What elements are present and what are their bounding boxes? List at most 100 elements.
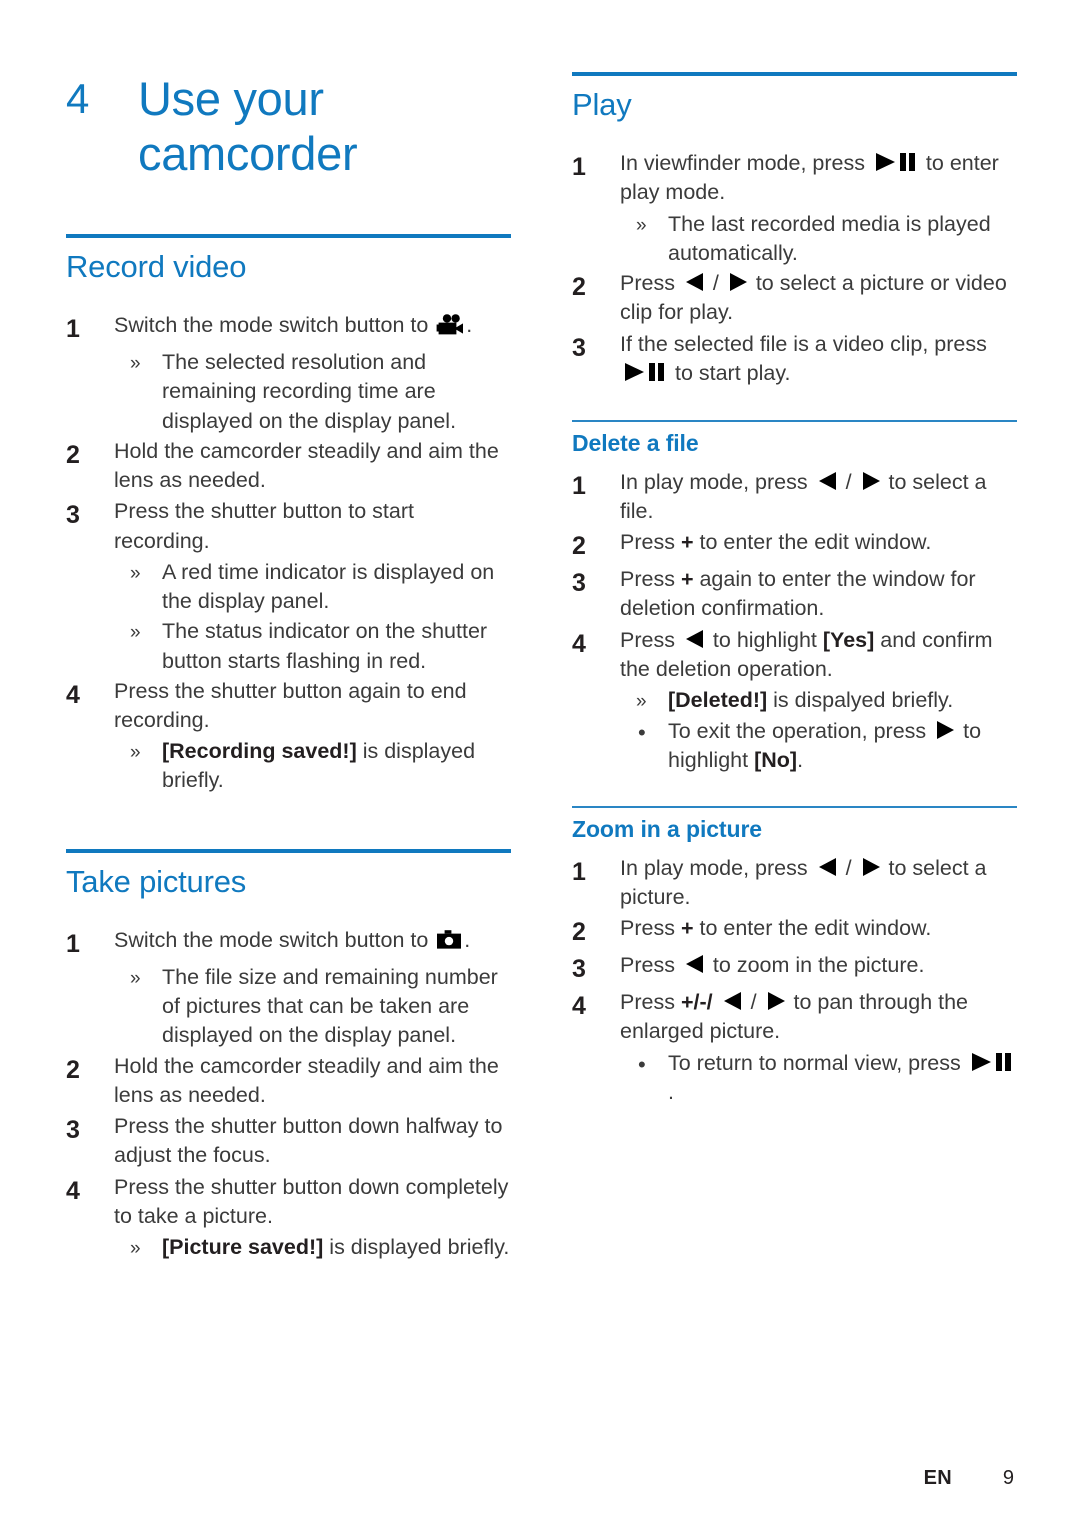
result-bullet: » The selected resolution and remaining r…	[66, 348, 511, 436]
step-text: Press + to enter the edit window.	[620, 530, 932, 555]
step-number: 3	[66, 1116, 80, 1145]
numbered-step: 3 Press + again to enter the window for d…	[572, 565, 1017, 623]
bullet-text: [Deleted!] is dispalyed briefly.	[668, 688, 954, 713]
result-bullet: » The status indicator on the shutter but…	[66, 617, 511, 675]
result-bullet: » [Deleted!] is dispalyed briefly.	[572, 686, 1017, 716]
step-text: Press the shutter button again to end re…	[114, 678, 467, 732]
left-arrow-icon	[685, 272, 705, 292]
subsection-rule	[572, 420, 1017, 423]
emphasis-text: +	[680, 567, 694, 592]
step-number: 3	[66, 501, 80, 530]
content-section: Take pictures 1 Switch the mode switch but…	[66, 848, 511, 1263]
section-heading: Zoom in a picture	[572, 816, 762, 843]
section-heading: Play	[572, 87, 632, 122]
step-text: Press the shutter button down completely…	[114, 1174, 509, 1228]
left-arrow-icon	[685, 954, 705, 974]
bullet-text: [Picture saved!] is displayed briefly.	[162, 1234, 510, 1259]
bullet-dot-icon: •	[638, 719, 646, 745]
step-text: If the selected file is a video clip, pr…	[620, 331, 987, 385]
result-bullet: » [Recording saved!] is displayed briefly…	[66, 737, 511, 795]
right-arrow-icon	[861, 471, 881, 491]
bullet-text: The last recorded media is played automa…	[668, 211, 991, 265]
bullet-chevron-icon: »	[130, 742, 141, 764]
bullet-text: To exit the operation, press to highligh…	[668, 718, 982, 772]
step-text: Hold the camcorder steadily and aim the …	[114, 1053, 499, 1107]
content-section: Zoom in a picture 1 In play mode, press / …	[572, 806, 1017, 1107]
section-rule	[66, 233, 511, 238]
bullet-dot-icon: •	[638, 1051, 646, 1077]
numbered-step: 3 Press to zoom in the picture.	[572, 951, 1017, 986]
content-section: Record video 1 Switch the mode switch butt…	[66, 233, 511, 796]
bullet-chevron-icon: »	[130, 622, 141, 644]
content-section: Play 1 In viewfinder mode, press to enter …	[572, 72, 1017, 388]
left-column: 4 Use your camcorder Record video 1 Switch…	[66, 72, 511, 1264]
manual-page: 4 Use your camcorder Record video 1 Switch…	[0, 0, 1080, 1528]
bullet-text: The selected resolution and remaining re…	[162, 350, 457, 433]
bullet-text: The status indicator on the shutter butt…	[162, 619, 488, 673]
emphasis-text: [Picture saved!]	[162, 1234, 324, 1259]
step-number: 3	[572, 569, 586, 598]
right-arrow-icon	[766, 991, 786, 1011]
camera-icon	[436, 929, 462, 950]
emphasis-text: [Recording saved!]	[162, 739, 357, 764]
result-bullet: » A red time indicator is displayed on th…	[66, 558, 511, 616]
bullet-text: The file size and remaining number of pi…	[162, 964, 498, 1048]
step-number: 4	[66, 1176, 80, 1205]
numbered-step: 1 In play mode, press / to select a file.	[572, 468, 1017, 526]
footer-page-number: 9	[1002, 1467, 1014, 1489]
emphasis-text: +	[680, 530, 694, 555]
left-arrow-icon	[818, 471, 838, 491]
numbered-step: 1 In play mode, press / to select a pictu…	[572, 854, 1017, 912]
section-rule	[66, 848, 511, 853]
bullet-text: To return to normal view, press .	[668, 1049, 1017, 1107]
bullet-chevron-icon: »	[130, 967, 141, 989]
step-number: 2	[572, 918, 586, 947]
numbered-step: 4 Press to highlight [Yes] and confirm th…	[572, 626, 1017, 684]
step-text: Press to highlight [Yes] and confirm the…	[620, 627, 993, 681]
bullet-chevron-icon: »	[130, 562, 141, 584]
numbered-step: 1 Switch the mode switch button to .	[66, 926, 511, 961]
right-arrow-icon	[861, 857, 881, 877]
emphasis-text: [No]	[754, 747, 798, 772]
step-text: In play mode, press / to select a file.	[620, 469, 987, 523]
step-text: Press the shutter button to start record…	[114, 499, 414, 553]
right-column: Play 1 In viewfinder mode, press to enter …	[572, 72, 1017, 1108]
numbered-step: 2 Hold the camcorder steadily and aim the…	[66, 437, 511, 495]
bullet-text: A red time indicator is displayed on the…	[162, 559, 495, 614]
footer-language: EN	[923, 1467, 952, 1489]
page-footer: EN 9	[66, 1467, 1014, 1490]
chapter-title: 4 Use your camcorder	[66, 72, 511, 182]
emphasis-text: [Yes]	[822, 627, 875, 652]
step-number: 1	[572, 153, 586, 182]
emphasis-text: +/-/	[680, 990, 713, 1015]
step-number: 4	[66, 680, 80, 709]
chapter-number: 4	[66, 75, 90, 122]
step-text: Switch the mode switch button to .	[114, 927, 471, 952]
step-number: 4	[572, 992, 586, 1021]
step-number: 3	[572, 955, 586, 984]
left-sections: Record video 1 Switch the mode switch butt…	[66, 233, 511, 1263]
numbered-step: 3 Press the shutter button down halfway t…	[66, 1112, 511, 1170]
numbered-step: 2 Press + to enter the edit window.	[572, 914, 1017, 949]
section-heading: Record video	[66, 248, 247, 284]
right-arrow-icon	[728, 272, 748, 292]
numbered-step: 2 Hold the camcorder steadily and aim the…	[66, 1052, 511, 1110]
numbered-step: 4 Press the shutter button down completel…	[66, 1173, 511, 1231]
chapter-title-line1: Use your	[138, 72, 324, 125]
section-heading: Delete a file	[572, 430, 699, 457]
numbered-step: 3 If the selected file is a video clip, p…	[572, 330, 1017, 388]
result-bullet: » The file size and remaining number of p…	[66, 963, 511, 1051]
play-pause-icon	[624, 362, 666, 382]
bullet-chevron-icon: »	[636, 691, 647, 713]
step-number: 1	[66, 315, 80, 344]
step-number: 3	[572, 333, 586, 362]
left-arrow-icon	[723, 991, 743, 1011]
numbered-step: 3 Press the shutter button to start recor…	[66, 497, 511, 555]
note-bullet: • To return to normal view, press .	[572, 1049, 1017, 1107]
emphasis-text: +	[680, 916, 694, 941]
step-number: 1	[66, 929, 80, 958]
camcorder-icon	[436, 314, 464, 336]
